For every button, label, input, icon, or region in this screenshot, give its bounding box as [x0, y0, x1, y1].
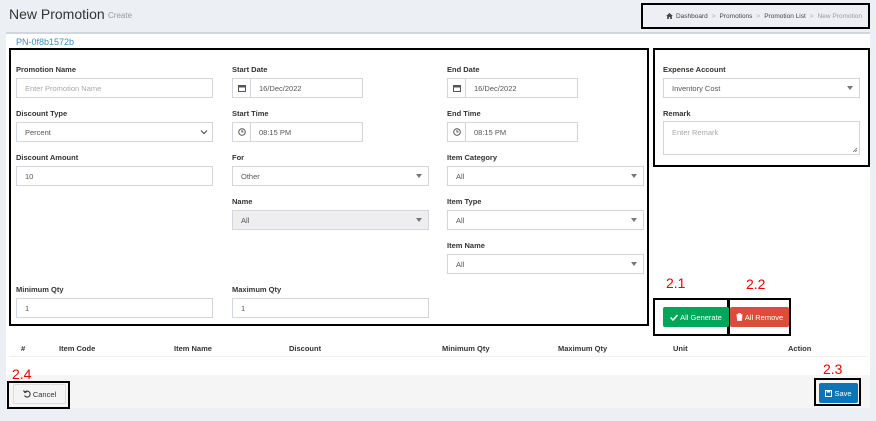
calendar-icon — [448, 79, 466, 97]
remark-placeholder: Enter Remark — [672, 128, 719, 137]
minimum-qty-input[interactable]: 1 — [16, 298, 213, 318]
start-time-input[interactable]: 08:15 PM — [232, 122, 363, 142]
col-index: # — [21, 344, 26, 353]
item-category-value: All — [456, 171, 465, 181]
end-time-value: 08:15 PM — [474, 127, 507, 137]
check-icon — [670, 313, 679, 321]
col-action: Action — [788, 344, 812, 353]
discount-type-label: Discount Type — [16, 109, 68, 118]
expense-account-label: Expense Account — [663, 65, 726, 74]
all-remove-label: All Remove — [744, 312, 784, 322]
end-date-value: 16/Dec/2022 — [474, 83, 517, 93]
end-time-label: End Time — [447, 109, 481, 118]
all-remove-button[interactable]: All Remove — [730, 307, 789, 327]
item-name-value: All — [456, 259, 465, 269]
breadcrumb-dashboard[interactable]: Dashboard — [676, 13, 708, 20]
start-time-value: 08:15 PM — [259, 127, 292, 137]
cancel-label: Cancel — [32, 389, 57, 399]
minimum-qty-label: Minimum Qty — [16, 285, 64, 294]
trash-icon — [736, 313, 743, 321]
caret-down-icon — [416, 174, 422, 178]
expense-account-select[interactable]: Inventory Cost — [663, 78, 860, 98]
page-subtitle: Create — [108, 11, 133, 20]
end-time-input[interactable]: 08:15 PM — [447, 122, 578, 142]
annotation-2-3: 2.3 — [823, 361, 843, 377]
save-button[interactable]: Save — [819, 383, 858, 403]
promotion-code-link[interactable]: PN-0f8b1572b — [16, 37, 74, 47]
caret-down-icon — [631, 262, 637, 266]
discount-amount-label: Discount Amount — [16, 153, 79, 162]
all-generate-label: All Generate — [680, 312, 722, 322]
discount-type-value: Percent — [25, 127, 51, 137]
col-item-code: Item Code — [59, 344, 96, 353]
caret-down-icon — [631, 174, 637, 178]
item-category-select[interactable]: All — [447, 166, 644, 186]
name-value: All — [241, 215, 250, 225]
for-label: For — [232, 153, 245, 162]
item-name-select[interactable]: All — [447, 254, 644, 274]
breadcrumb-current: New Promotion — [817, 12, 862, 20]
cancel-button[interactable]: Cancel — [13, 384, 66, 404]
remark-textarea[interactable]: Enter Remark — [663, 121, 860, 155]
caret-down-icon — [416, 218, 422, 222]
start-date-label: Start Date — [232, 65, 268, 74]
breadcrumb-promotions[interactable]: Promotions — [720, 13, 753, 20]
for-select[interactable]: Other — [232, 166, 429, 186]
annotation-2-2: 2.2 — [746, 276, 766, 292]
page-header: New Promotion Create Dashboard > Promoti… — [0, 0, 876, 30]
discount-type-select[interactable]: Percent — [16, 122, 213, 142]
item-type-value: All — [456, 215, 465, 225]
end-date-input[interactable]: 16/Dec/2022 — [447, 78, 578, 98]
discount-amount-input[interactable]: 10 — [16, 166, 213, 186]
maximum-qty-input[interactable]: 1 — [232, 298, 429, 318]
breadcrumb-separator: > — [756, 12, 761, 20]
promotion-name-input[interactable]: Enter Promotion Name — [16, 78, 213, 98]
caret-down-icon — [847, 86, 853, 90]
item-name-label: Item Name — [447, 241, 485, 250]
items-table-header: # Item Code Item Name Discount Minimum Q… — [9, 339, 867, 357]
resize-grip-icon[interactable] — [852, 147, 857, 152]
clock-icon — [448, 123, 466, 141]
col-discount: Discount — [289, 344, 322, 353]
annotation-2-1: 2.1 — [666, 275, 686, 291]
caret-down-icon — [631, 218, 637, 222]
promotion-name-label: Promotion Name — [16, 65, 77, 74]
breadcrumb-promotion-list[interactable]: Promotion List — [764, 13, 806, 20]
page-title: New Promotion — [9, 6, 105, 22]
calendar-icon — [233, 79, 251, 97]
breadcrumb-separator: > — [711, 12, 716, 20]
item-type-select[interactable]: All — [447, 210, 644, 230]
card-footer — [6, 375, 870, 408]
floppy-disk-icon — [825, 389, 833, 397]
maximum-qty-label: Maximum Qty — [232, 285, 282, 294]
name-select[interactable]: All — [232, 210, 429, 230]
item-category-label: Item Category — [447, 153, 498, 162]
for-value: Other — [241, 171, 260, 181]
clock-icon — [233, 123, 251, 141]
end-date-label: End Date — [447, 65, 480, 74]
start-date-value: 16/Dec/2022 — [259, 83, 302, 93]
expense-account-value: Inventory Cost — [672, 83, 721, 93]
remark-label: Remark — [663, 109, 691, 118]
breadcrumb-separator: > — [809, 12, 814, 20]
start-time-label: Start Time — [232, 109, 269, 118]
annotation-2-4: 2.4 — [12, 366, 32, 382]
dashboard-icon — [666, 13, 673, 19]
save-label: Save — [834, 388, 852, 398]
undo-icon — [22, 390, 31, 398]
chevron-down-icon — [200, 130, 208, 135]
all-generate-button[interactable]: All Generate — [663, 307, 729, 327]
col-item-name: Item Name — [174, 344, 212, 353]
col-maximum-qty: Maximum Qty — [558, 344, 608, 353]
breadcrumb: Dashboard > Promotions > Promotion List … — [641, 3, 870, 29]
col-minimum-qty: Minimum Qty — [442, 344, 490, 353]
col-unit: Unit — [673, 344, 688, 353]
item-type-label: Item Type — [447, 197, 482, 206]
name-label: Name — [232, 197, 253, 206]
start-date-input[interactable]: 16/Dec/2022 — [232, 78, 363, 98]
